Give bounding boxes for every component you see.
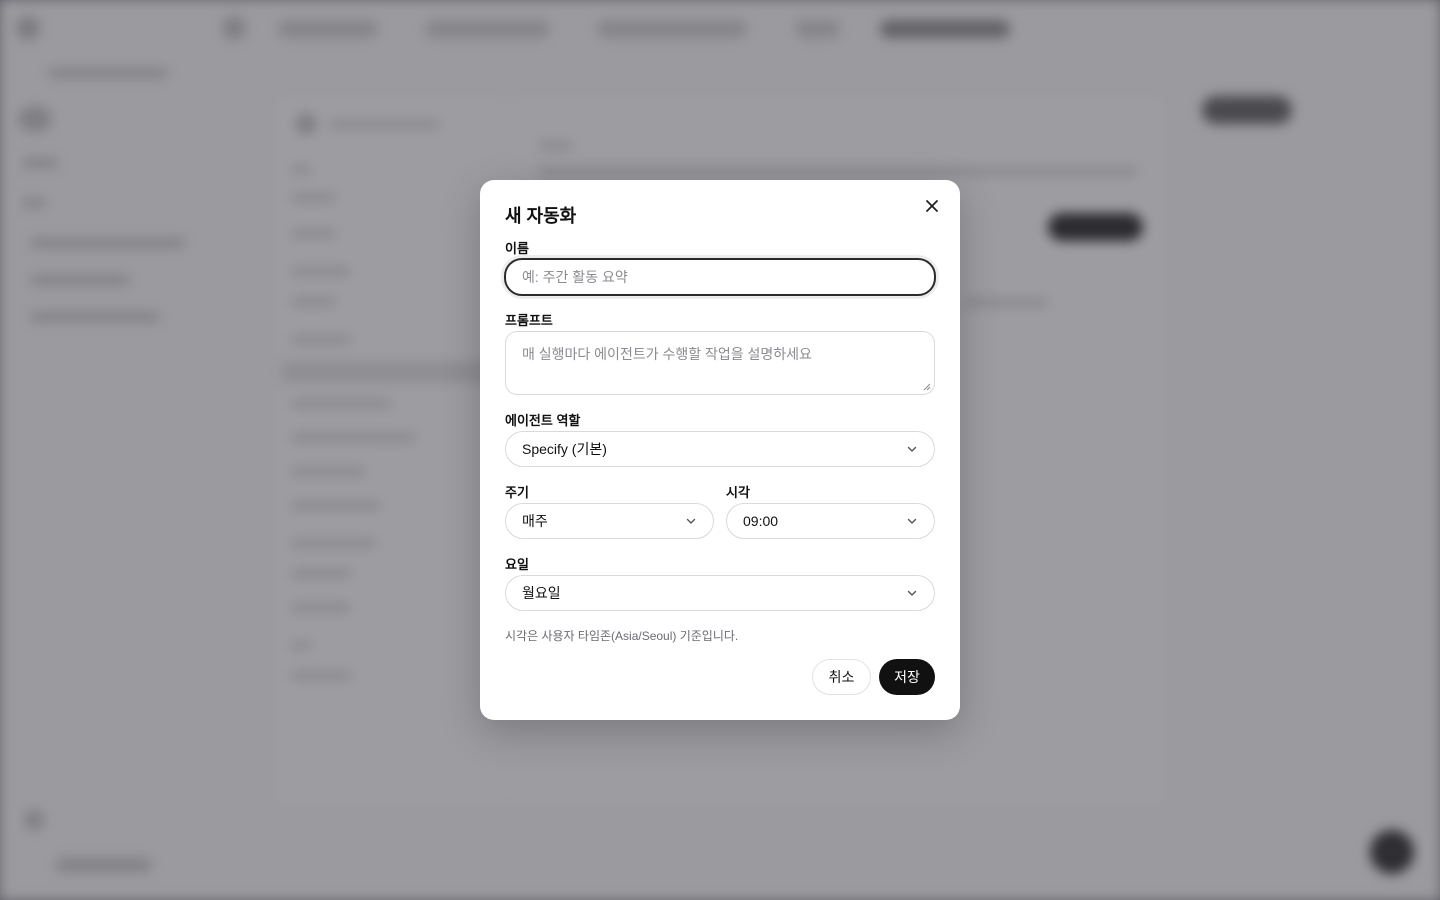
frequency-label: 주기 <box>505 485 529 500</box>
time-select[interactable]: 09:00 <box>726 503 935 539</box>
dialog-title: 새 자동화 <box>505 206 577 226</box>
weekday-label: 요일 <box>505 557 529 572</box>
prompt-placeholder: 매 실행마다 에이전트가 수행할 작업을 설명하세요 <box>522 346 812 362</box>
name-label: 이름 <box>505 241 529 256</box>
close-button[interactable] <box>922 196 942 216</box>
name-input[interactable]: 예: 주간 활동 요약 <box>504 258 936 296</box>
close-icon <box>926 200 938 212</box>
chevron-down-icon <box>686 518 696 524</box>
weekday-select[interactable]: 월요일 <box>505 575 935 611</box>
prompt-label: 프롬프트 <box>505 313 553 328</box>
role-selected-value: Specify (기본) <box>522 441 607 457</box>
role-label: 에이전트 역할 <box>505 413 581 428</box>
chevron-down-icon <box>907 518 917 524</box>
save-button[interactable]: 저장 <box>879 659 935 695</box>
weekday-selected-value: 월요일 <box>522 585 561 601</box>
prompt-textarea[interactable]: 매 실행마다 에이전트가 수행할 작업을 설명하세요 <box>505 331 935 395</box>
name-placeholder: 예: 주간 활동 요약 <box>522 269 628 285</box>
frequency-select[interactable]: 매주 <box>505 503 714 539</box>
cancel-button[interactable]: 취소 <box>812 659 871 695</box>
timezone-hint: 시각은 사용자 타임존(Asia/Seoul) 기준입니다. <box>505 629 739 643</box>
new-automation-dialog: 새 자동화 이름 예: 주간 활동 요약 프롬프트 매 실행마다 에이전트가 수… <box>480 180 960 720</box>
time-label: 시각 <box>726 485 750 500</box>
chevron-down-icon <box>907 446 917 452</box>
resize-grip-icon[interactable] <box>923 383 931 391</box>
time-selected-value: 09:00 <box>743 513 779 529</box>
frequency-selected-value: 매주 <box>522 513 548 529</box>
chevron-down-icon <box>907 590 917 596</box>
role-select[interactable]: Specify (기본) <box>505 431 935 467</box>
